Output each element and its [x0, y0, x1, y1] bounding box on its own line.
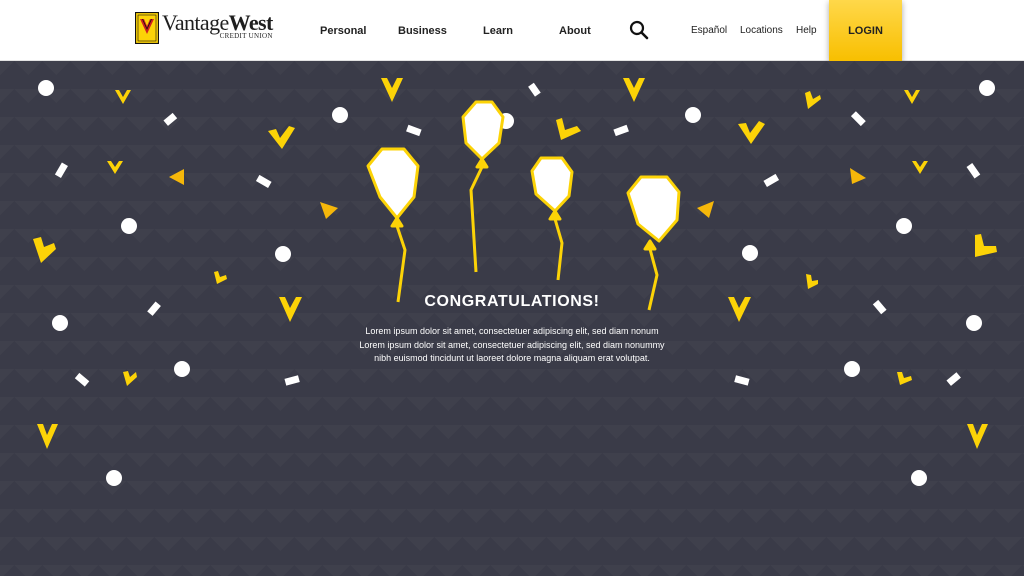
confetti-dot [896, 218, 912, 234]
confetti-chevrons [33, 78, 997, 449]
confetti-chevron [33, 237, 56, 263]
confetti-dot [844, 361, 860, 377]
confetti-chevron [268, 126, 295, 149]
confetti-square [54, 162, 68, 179]
confetti-chevron [115, 90, 131, 104]
confetti-chevron [107, 161, 123, 174]
confetti-triangle [320, 202, 338, 219]
body-line: nibh euismod tincidunt ut laoreet dolore… [374, 353, 650, 363]
confetti-square [284, 375, 300, 386]
confetti-chevron [967, 424, 988, 449]
congratulations-text: Lorem ipsum dolor sit amet, consectetuer… [332, 325, 692, 366]
confetti-decoration [33, 78, 997, 486]
balloon-icon [461, 100, 505, 273]
confetti-square [872, 299, 887, 315]
confetti-chevron [279, 297, 302, 322]
confetti-triangle [169, 169, 184, 185]
confetti-chevron [381, 78, 403, 102]
confetti-chevron [556, 118, 581, 140]
confetti-dot [275, 246, 291, 262]
confetti-square [255, 174, 272, 188]
confetti-chevron [897, 372, 912, 385]
confetti-dot [106, 470, 122, 486]
confetti-dot [174, 361, 190, 377]
confetti-chevron [912, 161, 928, 174]
confetti-triangle [697, 201, 714, 218]
confetti-square [613, 124, 629, 137]
confetti-square [163, 112, 178, 126]
confetti-chevron [904, 90, 920, 104]
body-line: Lorem ipsum dolor sit amet, consectetuer… [365, 326, 659, 336]
confetti-dots [38, 80, 995, 486]
congratulations-heading: CONGRATULATIONS! [424, 293, 600, 310]
confetti-triangle [850, 168, 866, 184]
confetti-square [763, 173, 780, 187]
confetti-chevron [975, 234, 997, 257]
confetti-square [850, 111, 866, 127]
confetti-square [147, 301, 161, 316]
confetti-chevron [805, 91, 821, 109]
confetti-chevron [806, 274, 818, 289]
balloon-icon [366, 147, 420, 303]
balloon-icon [626, 175, 681, 311]
body-line: Lorem ipsum dolor sit amet, consectetuer… [359, 339, 665, 350]
confetti-square [406, 124, 422, 137]
confetti-dot [52, 315, 68, 331]
confetti-dot [979, 80, 995, 96]
confetti-chevron [123, 371, 137, 386]
confetti-dot [742, 245, 758, 261]
confetti-chevron [728, 297, 751, 322]
confetti-chevron [214, 271, 227, 284]
confetti-square [734, 375, 750, 386]
confetti-square [966, 162, 981, 179]
confetti-dot [911, 470, 927, 486]
confetti-triangles [169, 168, 866, 219]
confetti-chevron [37, 424, 58, 449]
confetti-square [528, 82, 541, 97]
confetti-dot [38, 80, 54, 96]
confetti-dot [966, 315, 982, 331]
confetti-dot [121, 218, 137, 234]
confetti-dot [685, 107, 701, 123]
confetti-square [946, 372, 961, 386]
confetti-dot [332, 107, 348, 123]
confetti-square [74, 372, 90, 387]
confetti-chevron [738, 121, 765, 144]
balloon-icon [530, 156, 574, 281]
confetti-chevron [623, 78, 645, 102]
